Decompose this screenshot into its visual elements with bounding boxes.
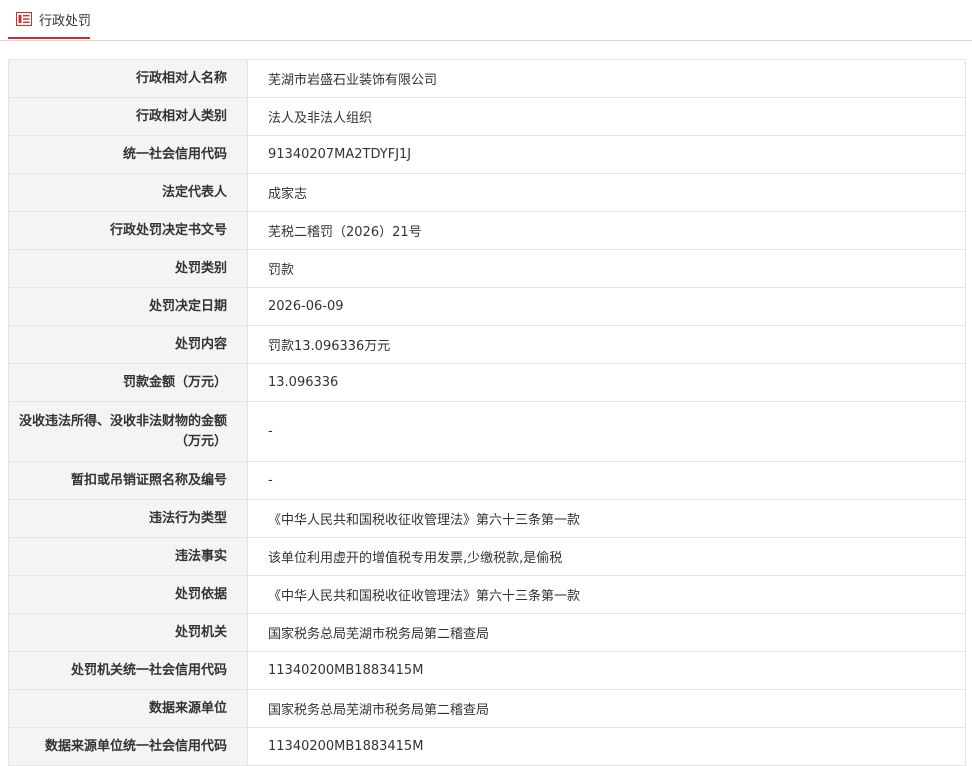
row-label: 没收违法所得、没收非法财物的金额（万元） <box>8 401 248 462</box>
section-tab-bar: 行政处罚 <box>0 0 972 41</box>
table-row: 统一社会信用代码 91340207MA2TDYFJ1J <box>8 135 966 174</box>
table-row: 罚款金额（万元） 13.096336 <box>8 363 966 402</box>
table-row: 处罚机关 国家税务总局芜湖市税务局第二稽查局 <box>8 613 966 652</box>
document-list-icon <box>16 11 32 26</box>
row-label: 行政相对人类别 <box>8 97 248 136</box>
row-value: 《中华人民共和国税收征收管理法》第六十三条第一款 <box>247 575 966 614</box>
row-label: 处罚决定日期 <box>8 287 248 326</box>
row-label: 违法事实 <box>8 537 248 576</box>
table-row: 行政相对人名称 芜湖市岩盛石业装饰有限公司 <box>8 59 966 98</box>
table-row: 数据来源单位统一社会信用代码 11340200MB1883415M <box>8 727 966 766</box>
row-label: 罚款金额（万元） <box>8 363 248 402</box>
row-value: 罚款13.096336万元 <box>247 325 966 364</box>
table-row: 处罚机关统一社会信用代码 11340200MB1883415M <box>8 651 966 690</box>
row-value: 芜税二稽罚（2026）21号 <box>247 211 966 250</box>
table-row: 行政处罚决定书文号 芜税二稽罚（2026）21号 <box>8 211 966 250</box>
row-label: 处罚机关 <box>8 613 248 652</box>
row-value: 国家税务总局芜湖市税务局第二稽查局 <box>247 613 966 652</box>
row-value: 91340207MA2TDYFJ1J <box>247 135 966 174</box>
row-label: 处罚机关统一社会信用代码 <box>8 651 248 690</box>
row-value: - <box>247 401 966 462</box>
row-label: 暂扣或吊销证照名称及编号 <box>8 461 248 500</box>
table-row: 处罚内容 罚款13.096336万元 <box>8 325 966 364</box>
table-row: 数据来源单位 国家税务总局芜湖市税务局第二稽查局 <box>8 689 966 728</box>
table-row: 处罚依据 《中华人民共和国税收征收管理法》第六十三条第一款 <box>8 575 966 614</box>
row-value: 国家税务总局芜湖市税务局第二稽查局 <box>247 689 966 728</box>
row-value: 罚款 <box>247 249 966 288</box>
row-value: - <box>247 461 966 500</box>
table-row: 处罚决定日期 2026-06-09 <box>8 287 966 326</box>
tab-label: 行政处罚 <box>39 14 92 29</box>
row-label: 处罚依据 <box>8 575 248 614</box>
row-label: 数据来源单位 <box>8 689 248 728</box>
row-value: 11340200MB1883415M <box>247 651 966 690</box>
row-label: 统一社会信用代码 <box>8 135 248 174</box>
table-row: 行政相对人类别 法人及非法人组织 <box>8 97 966 136</box>
row-label: 数据来源单位统一社会信用代码 <box>8 727 248 766</box>
table-row: 暂扣或吊销证照名称及编号 - <box>8 461 966 500</box>
table-row: 违法事实 该单位利用虚开的增值税专用发票,少缴税款,是偷税 <box>8 537 966 576</box>
row-label: 违法行为类型 <box>8 499 248 538</box>
row-label: 法定代表人 <box>8 173 248 212</box>
table-row: 法定代表人 成家志 <box>8 173 966 212</box>
row-value: 2026-06-09 <box>247 287 966 326</box>
row-value: 该单位利用虚开的增值税专用发票,少缴税款,是偷税 <box>247 537 966 576</box>
table-row: 违法行为类型 《中华人民共和国税收征收管理法》第六十三条第一款 <box>8 499 966 538</box>
row-value: 法人及非法人组织 <box>247 97 966 136</box>
row-value: 芜湖市岩盛石业装饰有限公司 <box>247 59 966 98</box>
table-row: 处罚类别 罚款 <box>8 249 966 288</box>
row-label: 处罚内容 <box>8 325 248 364</box>
row-label: 处罚类别 <box>8 249 248 288</box>
table-row: 没收违法所得、没收非法财物的金额（万元） - <box>8 401 966 462</box>
row-value: 11340200MB1883415M <box>247 727 966 766</box>
row-value: 成家志 <box>247 173 966 212</box>
tab-administrative-penalty[interactable]: 行政处罚 <box>8 0 92 39</box>
row-value: 13.096336 <box>247 363 966 402</box>
penalty-info-table: 行政相对人名称 芜湖市岩盛石业装饰有限公司 行政相对人类别 法人及非法人组织 统… <box>8 59 966 766</box>
row-value: 《中华人民共和国税收征收管理法》第六十三条第一款 <box>247 499 966 538</box>
row-label: 行政相对人名称 <box>8 59 248 98</box>
row-label: 行政处罚决定书文号 <box>8 211 248 250</box>
